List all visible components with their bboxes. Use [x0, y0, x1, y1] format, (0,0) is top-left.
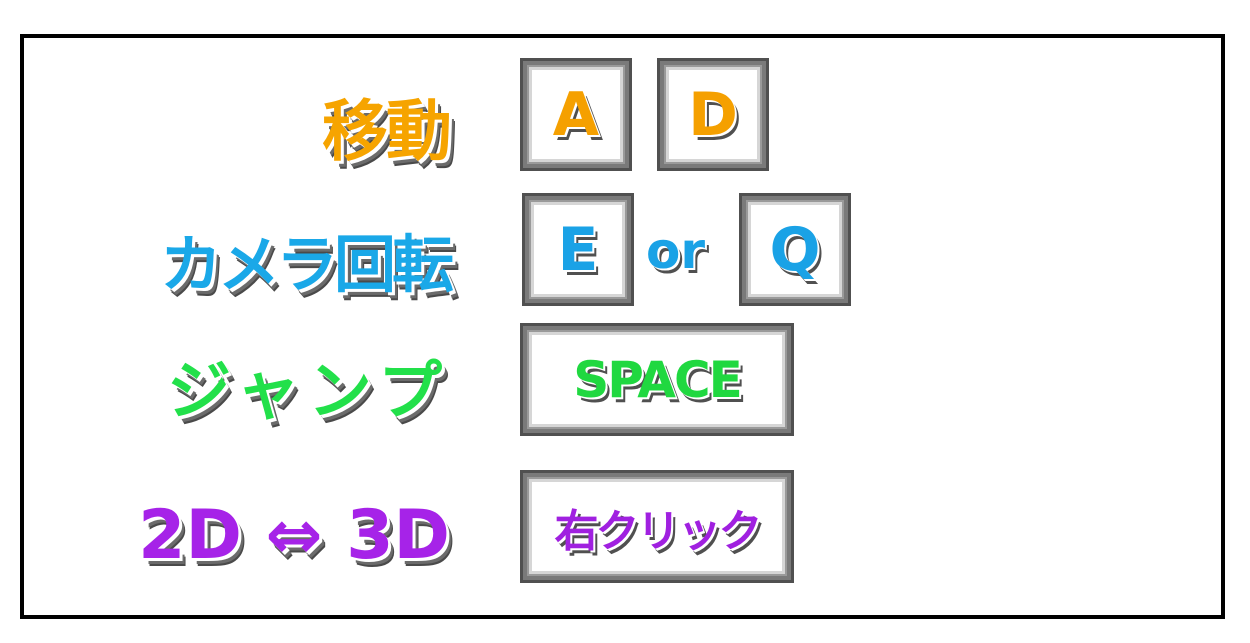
key-d-label: D	[664, 65, 762, 164]
key-e: E	[522, 193, 634, 306]
key-right-click: 右クリック	[520, 470, 794, 583]
camera-rotate-label: カメラ回転	[158, 227, 455, 303]
key-a: A	[520, 58, 632, 171]
key-space: SPACE	[520, 323, 794, 436]
move-label: 移動	[321, 92, 454, 172]
key-q: Q	[739, 193, 851, 306]
key-space-label: SPACE	[527, 330, 787, 429]
key-d: D	[657, 58, 769, 171]
jump-label: ジャンプ	[166, 354, 450, 431]
key-q-label: Q	[746, 200, 844, 299]
key-a-label: A	[527, 65, 625, 164]
dimension-toggle-label: 2D ⇔ 3D	[137, 495, 452, 577]
key-right-click-label: 右クリック	[527, 477, 787, 576]
key-e-label: E	[529, 200, 627, 299]
or-separator: or	[644, 221, 706, 282]
